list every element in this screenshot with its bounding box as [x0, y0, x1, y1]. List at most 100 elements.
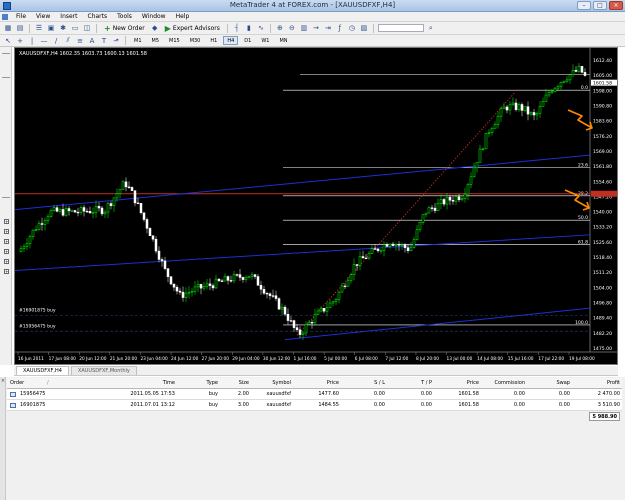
price-axis-label: 1525.60	[593, 240, 612, 246]
candle-body	[136, 202, 140, 204]
column-tp[interactable]: T / P	[392, 378, 432, 389]
candle-body	[466, 184, 470, 195]
expand-icon[interactable]: +	[4, 269, 9, 274]
timeframe-m15[interactable]: M15	[165, 36, 184, 45]
menu-charts[interactable]: Charts	[83, 13, 113, 20]
tab-xauusdfxf-h4[interactable]: XAUUSDFXF,H4	[16, 366, 69, 375]
zoom-out-icon[interactable]: ⊖	[287, 23, 297, 33]
line-chart-icon[interactable]: ∿	[256, 23, 266, 33]
zoom-in-icon[interactable]: ⊕	[275, 23, 285, 33]
terminal-icon[interactable]: ▭	[70, 23, 80, 33]
price-chart[interactable]: 0.023.638.250.061.8100.0#16901875 buy#15…	[15, 48, 618, 365]
new-order-button[interactable]: + New Order	[101, 23, 148, 33]
strategy-tester-icon[interactable]: ◫	[82, 23, 92, 33]
column-open-price[interactable]: Price	[297, 378, 339, 389]
periods-icon[interactable]: ◷	[347, 23, 357, 33]
expand-icon[interactable]: +	[4, 239, 9, 244]
minimize-button[interactable]: –	[577, 1, 591, 10]
candle-body	[124, 181, 128, 188]
expert-advisors-button[interactable]: ▶ Expert Advisors	[162, 23, 223, 33]
timeframe-w1[interactable]: W1	[257, 36, 273, 45]
column-swap[interactable]: Swap	[527, 378, 570, 389]
cell-sl: 0.00	[373, 391, 385, 397]
autoscroll-icon[interactable]: →	[311, 23, 321, 33]
menu-view[interactable]: View	[31, 13, 55, 20]
expand-icon[interactable]: +	[4, 229, 9, 234]
fibonacci-icon[interactable]: ≡	[75, 36, 85, 46]
candle-body	[118, 189, 122, 194]
column-sort[interactable]: /	[47, 378, 49, 389]
column-profit[interactable]: Profit	[577, 378, 620, 389]
price-axis-label: 1511.20	[593, 270, 612, 276]
expand-icon[interactable]: +	[4, 259, 9, 264]
timeframe-m1[interactable]: M1	[130, 36, 146, 45]
menu-help[interactable]: Help	[171, 13, 195, 20]
arrows-icon[interactable]: ⬏	[111, 36, 121, 46]
column-price[interactable]: Price	[437, 378, 479, 389]
table-row[interactable]: 15956475 2011.05.05 17:53 buy 2.00 xauusdfxf…	[7, 389, 622, 400]
cell-swap: 0.00	[558, 402, 570, 408]
candle-body	[97, 206, 101, 209]
menu-insert[interactable]: Insert	[55, 13, 82, 20]
vertical-line-icon[interactable]: |	[27, 36, 37, 46]
indicators-icon[interactable]: ƒ	[335, 23, 345, 33]
new-chart-icon[interactable]: ▦	[3, 23, 13, 33]
templates-icon[interactable]: ▧	[359, 23, 369, 33]
orders-table: Order / Time Type Size Symbol Price S / …	[7, 378, 622, 422]
trendline-icon[interactable]: /	[51, 36, 61, 46]
bar-chart-icon[interactable]: ┤	[232, 23, 242, 33]
close-icon[interactable]: ×	[0, 378, 6, 384]
column-symbol[interactable]: Symbol	[257, 378, 291, 389]
column-sl[interactable]: S / L	[347, 378, 385, 389]
toolbar-separator	[125, 36, 126, 45]
candle-body	[142, 212, 146, 220]
expand-icon[interactable]: +	[4, 249, 9, 254]
terminal-grip[interactable]: ×	[0, 377, 6, 500]
candle-body	[256, 276, 260, 286]
cursor-icon[interactable]: ↖	[3, 36, 13, 46]
chart-shift-icon[interactable]: ⇥	[323, 23, 333, 33]
maximize-button[interactable]: □	[593, 1, 607, 10]
text-icon[interactable]: A	[87, 36, 97, 46]
timeframe-h1[interactable]: H1	[206, 36, 221, 45]
candle-body	[535, 113, 539, 116]
tab-xauusdfxf-monthly[interactable]: XAUUSDFXF,Monthly	[70, 366, 137, 375]
expand-icon[interactable]: +	[4, 219, 9, 224]
crosshair-icon[interactable]: +	[15, 36, 25, 46]
column-commission[interactable]: Commission	[485, 378, 525, 389]
time-axis-label: 17 Jul 22:00	[538, 356, 564, 362]
table-row[interactable]: 16901875 2011.07.01 13:12 buy 3.00 xauusdfxf…	[7, 400, 622, 411]
candlestick-icon[interactable]: ▮	[244, 23, 254, 33]
label-icon[interactable]: T	[99, 36, 109, 46]
close-button[interactable]: ×	[609, 1, 623, 10]
column-size[interactable]: Size	[219, 378, 249, 389]
data-window-icon[interactable]: ▣	[46, 23, 56, 33]
search-icon[interactable]: ⌕	[426, 23, 436, 33]
timeframe-mn[interactable]: MN	[275, 36, 291, 45]
chart-window[interactable]: 0.0 23.6 38.2 50.0 61.8 100.0 #16901875 buy #15…	[14, 47, 618, 365]
column-type[interactable]: Type	[183, 378, 218, 389]
timeframe-d1[interactable]: D1	[240, 36, 255, 45]
profiles-icon[interactable]: ▤	[15, 23, 25, 33]
menu-file[interactable]: File	[11, 13, 31, 20]
chart-tabs: XAUUSDFXF,H4 XAUUSDFXF,Monthly	[14, 366, 618, 376]
menu-tools[interactable]: Tools	[112, 13, 137, 20]
menu-window[interactable]: Window	[137, 13, 171, 20]
column-time[interactable]: Time	[117, 378, 175, 389]
candle-body	[574, 70, 578, 72]
horizontal-line-icon[interactable]: —	[39, 36, 49, 46]
timeframe-m5[interactable]: M5	[148, 36, 164, 45]
document-icon[interactable]	[2, 13, 8, 20]
candle-body	[28, 236, 32, 244]
navigator-icon[interactable]: ✱	[58, 23, 68, 33]
channel-icon[interactable]: ⫽	[63, 36, 73, 46]
timeframe-m30[interactable]: M30	[186, 36, 205, 45]
metaeditor-icon[interactable]: ◆	[150, 23, 160, 33]
tile-windows-icon[interactable]: ▥	[299, 23, 309, 33]
candle-body	[427, 207, 431, 214]
market-watch-icon[interactable]: ☰	[34, 23, 44, 33]
candle-body	[277, 298, 281, 310]
timeframe-h4[interactable]: H4	[223, 36, 239, 45]
search-input[interactable]	[377, 24, 424, 32]
column-order[interactable]: Order	[10, 378, 24, 389]
